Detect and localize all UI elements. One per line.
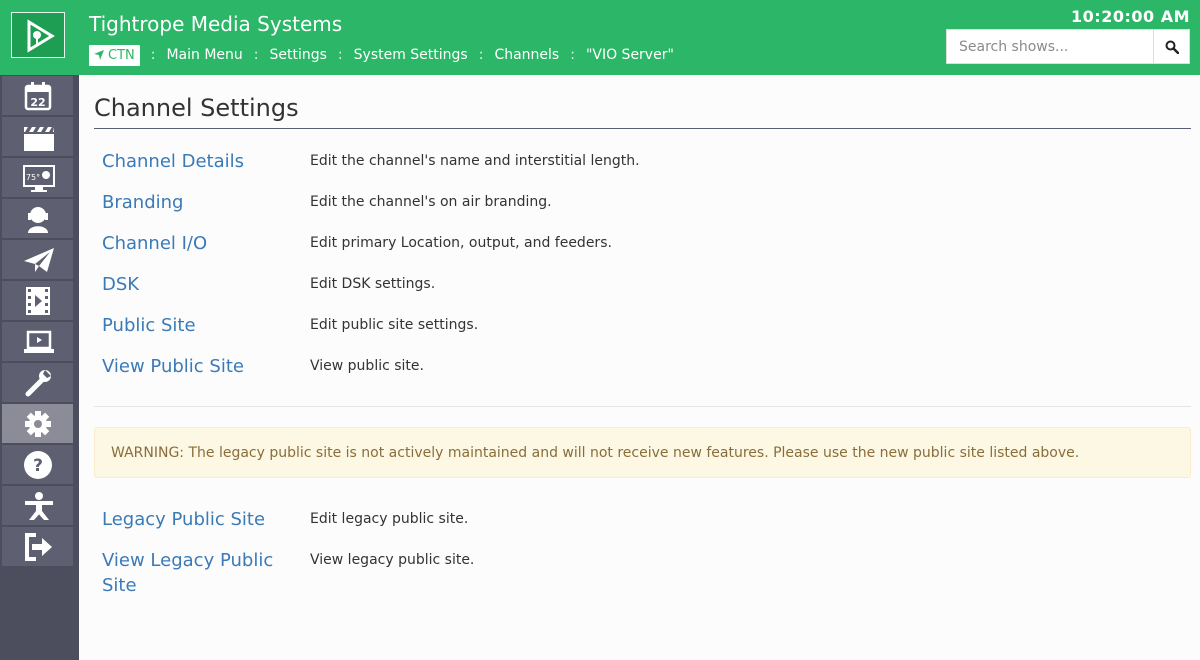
- logo-area: [0, 0, 79, 75]
- search-box: [946, 29, 1190, 64]
- sidebar-item-send[interactable]: [2, 240, 73, 279]
- dsk-link[interactable]: DSK: [102, 272, 292, 297]
- setting-description: Edit primary Location, output, and feede…: [310, 235, 612, 251]
- play-logo-icon[interactable]: [11, 12, 65, 58]
- calendar-icon: 22: [24, 82, 52, 111]
- laptop-play-icon: [24, 330, 54, 353]
- stretch-person-icon: [25, 492, 53, 520]
- breadcrumb-settings[interactable]: Settings: [270, 47, 327, 63]
- breadcrumb-separator: :: [337, 47, 343, 63]
- setting-description: View public site.: [310, 358, 424, 374]
- sidebar-item-video[interactable]: [2, 281, 73, 320]
- svg-text:?: ?: [33, 456, 43, 476]
- search-input[interactable]: [946, 29, 1153, 64]
- breadcrumb-system-settings[interactable]: System Settings: [354, 47, 468, 63]
- sidebar-item-logout[interactable]: [2, 527, 73, 566]
- sidebar-item-accessibility[interactable]: [2, 486, 73, 525]
- page-title: Channel Settings: [94, 94, 299, 122]
- sidebar-item-people[interactable]: [2, 199, 73, 238]
- breadcrumb-separator: :: [570, 47, 575, 63]
- location-arrow-icon: [94, 50, 104, 60]
- clapperboard-icon: [24, 127, 54, 151]
- paper-plane-icon: [24, 248, 54, 272]
- sidebar-item-player[interactable]: [2, 322, 73, 361]
- top-header: Tightrope Media Systems 10:20:00 AM CTN …: [79, 0, 1200, 75]
- section-divider: [94, 406, 1191, 407]
- legacy-warning-alert: WARNING: The legacy public site is not a…: [94, 427, 1191, 478]
- film-icon: [26, 287, 50, 315]
- breadcrumb-channels[interactable]: Channels: [494, 47, 559, 63]
- setting-description: Edit the channel's name and interstitial…: [310, 153, 640, 169]
- view-legacy-public-site-link[interactable]: View Legacy Public Site: [102, 548, 292, 598]
- channel-io-link[interactable]: Channel I/O: [102, 231, 292, 256]
- branding-link[interactable]: Branding: [102, 190, 292, 215]
- legacy-public-site-link[interactable]: Legacy Public Site: [102, 507, 292, 532]
- search-icon: [1165, 40, 1179, 54]
- sidebar-item-settings[interactable]: [2, 404, 73, 443]
- channel-badge-label: CTN: [108, 47, 135, 63]
- svg-text:75°: 75°: [26, 173, 40, 182]
- wrench-icon: [25, 370, 51, 397]
- sidebar-item-tools[interactable]: [2, 363, 73, 402]
- sidebar-item-media[interactable]: [2, 117, 73, 156]
- svg-text:22: 22: [30, 96, 45, 109]
- search-button[interactable]: [1153, 29, 1190, 64]
- sidebar-item-help[interactable]: ?: [2, 445, 73, 484]
- breadcrumb-main-menu[interactable]: Main Menu: [166, 47, 242, 63]
- setting-description: Edit public site settings.: [310, 317, 479, 333]
- sidebar: 22 75° ?: [0, 0, 79, 660]
- setting-description: Edit legacy public site.: [310, 511, 469, 527]
- person-icon: [28, 207, 48, 233]
- title-divider: [94, 128, 1191, 129]
- breadcrumb-separator: :: [253, 47, 259, 63]
- view-public-site-link[interactable]: View Public Site: [102, 354, 292, 379]
- breadcrumb-separator: :: [478, 47, 484, 63]
- sidebar-item-schedule[interactable]: 22: [2, 76, 73, 115]
- gear-icon: [25, 411, 51, 437]
- setting-description: Edit the channel's on air branding.: [310, 194, 552, 210]
- clock: 10:20:00 AM: [1071, 7, 1190, 26]
- sidebar-item-weather[interactable]: 75°: [2, 158, 73, 197]
- weather-display-icon: 75°: [23, 165, 55, 192]
- setting-description: View legacy public site.: [310, 552, 475, 568]
- help-icon: ?: [24, 451, 52, 479]
- public-site-link[interactable]: Public Site: [102, 313, 292, 338]
- breadcrumb: CTN : Main Menu : Settings : System Sett…: [89, 44, 674, 66]
- app-title: Tightrope Media Systems: [89, 12, 343, 36]
- channel-details-link[interactable]: Channel Details: [102, 149, 292, 174]
- channel-badge[interactable]: CTN: [89, 44, 140, 66]
- breadcrumb-separator: :: [150, 47, 156, 63]
- sign-out-icon: [25, 533, 52, 561]
- breadcrumb-current-channel[interactable]: "VIO Server": [586, 47, 674, 63]
- setting-description: Edit DSK settings.: [310, 276, 436, 292]
